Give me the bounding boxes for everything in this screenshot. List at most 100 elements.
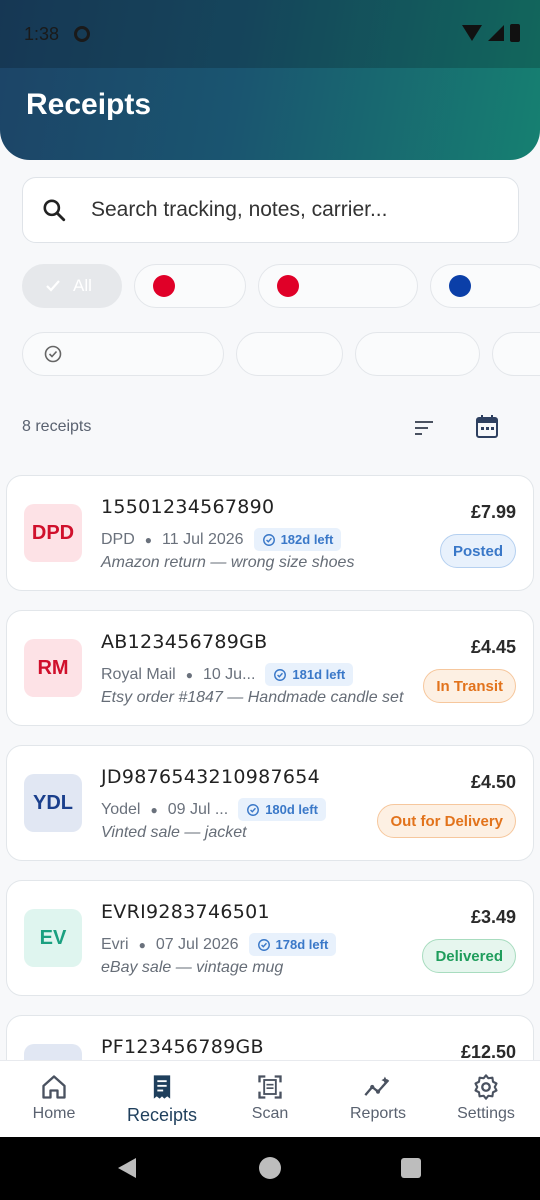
receipt-meta: Royal Mail ● 10 Ju... 181d left: [101, 663, 354, 686]
nav-reports[interactable]: Reports: [324, 1061, 432, 1138]
carrier-logo: RM: [24, 639, 82, 697]
status-badge: In Transit: [423, 669, 516, 703]
system-nav-bar: [0, 1137, 540, 1200]
tracking-number: EVRI9283746501: [101, 901, 270, 923]
verified-icon: [274, 668, 287, 681]
calendar-icon[interactable]: [475, 414, 499, 440]
nav-label: Home: [32, 1105, 76, 1122]
days-left-badge: 180d left: [238, 798, 326, 821]
nav-scan[interactable]: Scan: [216, 1061, 324, 1138]
nav-label: Reports: [349, 1105, 407, 1122]
sync-icon: [74, 26, 90, 42]
receipt-date: 11 Jul 2026: [162, 530, 244, 548]
receipt-meta: Yodel ● 09 Jul ... 180d left: [101, 798, 326, 821]
signal-icon: [488, 25, 504, 41]
recents-icon[interactable]: [401, 1158, 421, 1178]
filter-chip-carrier[interactable]: [258, 264, 418, 308]
nav-label: Scan: [251, 1105, 289, 1122]
carrier-logo: YDL: [24, 774, 82, 832]
filter-chip-all[interactable]: All: [22, 264, 122, 308]
receipt-price: £7.99: [470, 502, 516, 522]
days-left-label: 181d left: [292, 667, 346, 682]
search-input[interactable]: Search tracking, notes, carrier...: [22, 177, 519, 243]
search-placeholder: Search tracking, notes, carrier...: [91, 198, 388, 221]
bottom-nav: Home Receipts Scan Reports Settings: [0, 1060, 540, 1137]
receipt-card[interactable]: EV EVRI9283746501 Evri ● 07 Jul 2026 178…: [6, 880, 534, 996]
separator-dot: ●: [138, 937, 146, 952]
status-bar: 1:38: [0, 0, 540, 68]
receipt-note: Vinted sale — jacket: [101, 824, 247, 841]
verified-icon: [262, 533, 275, 546]
receipt-icon: [153, 1075, 171, 1099]
status-badge: Posted: [439, 534, 516, 568]
back-icon[interactable]: [118, 1158, 136, 1178]
verified-icon: [44, 345, 62, 363]
status-icons: [462, 24, 520, 42]
carrier-color-dot: [277, 275, 299, 297]
nav-home[interactable]: Home: [0, 1061, 108, 1138]
receipt-note: Amazon return — wrong size shoes: [101, 554, 355, 571]
screen: 1:38 Receipts Search tracking, notes, ca…: [0, 0, 540, 1200]
receipt-price: £4.50: [470, 772, 516, 792]
tracking-number: PF123456789GB: [101, 1036, 264, 1058]
receipt-card[interactable]: RM AB123456789GB Royal Mail ● 10 Ju... 1…: [6, 610, 534, 726]
carrier-name: DPD: [101, 530, 135, 548]
days-left-label: 180d left: [265, 802, 318, 817]
carrier-logo: DPD: [24, 504, 82, 562]
receipt-price: £4.45: [470, 637, 516, 657]
search-icon: [43, 199, 66, 222]
tracking-number: 15501234567890: [101, 496, 275, 518]
carrier-logo: EV: [24, 909, 82, 967]
nav-label: Receipts: [126, 1105, 198, 1125]
filter-chip-carrier[interactable]: [430, 264, 540, 308]
carrier-name: Royal Mail: [101, 665, 176, 683]
receipt-meta: DPD ● 11 Jul 2026 182d left: [101, 528, 342, 551]
nav-receipts[interactable]: Receipts: [108, 1061, 216, 1138]
receipt-card[interactable]: YDL JD9876543210987654 Yodel ● 09 Jul ..…: [6, 745, 534, 861]
filter-chip-status[interactable]: [22, 332, 224, 376]
status-time: 1:38: [24, 24, 60, 44]
wifi-icon: [462, 25, 482, 41]
receipt-card[interactable]: DPD 15501234567890 DPD ● 11 Jul 2026 182…: [6, 475, 534, 591]
separator-dot: ●: [144, 532, 153, 547]
receipt-date: 10 Ju...: [202, 665, 256, 683]
separator-dot: ●: [150, 802, 158, 817]
gear-icon: [474, 1074, 498, 1100]
filter-chip-label: All: [73, 276, 92, 295]
check-icon: [46, 280, 60, 292]
home-icon: [42, 1075, 66, 1099]
carrier-color-dot: [449, 275, 471, 297]
carrier-name: Evri: [101, 935, 129, 953]
nav-settings[interactable]: Settings: [432, 1061, 540, 1138]
days-left-label: 178d left: [275, 937, 329, 952]
verified-icon: [247, 803, 260, 816]
tracking-number: JD9876543210987654: [101, 766, 321, 788]
days-left-label: 182d left: [280, 532, 334, 547]
carrier-name: Yodel: [101, 800, 141, 818]
days-left-badge: 182d left: [253, 528, 342, 551]
sort-icon[interactable]: [412, 416, 436, 440]
scan-icon: [258, 1075, 282, 1099]
status-badge: Delivered: [422, 939, 516, 973]
filter-chip-status[interactable]: [492, 332, 540, 376]
verified-icon: [257, 938, 270, 951]
receipt-date: 09 Jul ...: [167, 800, 229, 818]
receipt-count: 8 receipts: [22, 418, 92, 435]
nav-label: Settings: [457, 1105, 515, 1122]
filter-chip-status[interactable]: [355, 332, 480, 376]
reports-icon: [364, 1076, 390, 1096]
home-button-icon[interactable]: [259, 1157, 281, 1179]
receipt-note: eBay sale — vintage mug: [101, 959, 284, 976]
filter-chip-carrier[interactable]: [134, 264, 246, 308]
receipt-note: Etsy order #1847 — Handmade candle set: [101, 689, 404, 706]
receipt-date: 07 Jul 2026: [155, 935, 239, 953]
receipt-meta: Evri ● 07 Jul 2026 178d left: [101, 933, 337, 956]
filter-chip-status[interactable]: [236, 332, 343, 376]
tracking-number: AB123456789GB: [101, 631, 268, 653]
days-left-badge: 181d left: [265, 663, 354, 686]
receipt-price: £3.49: [470, 907, 516, 927]
days-left-badge: 178d left: [248, 933, 337, 956]
carrier-color-dot: [153, 275, 175, 297]
separator-dot: ●: [185, 667, 193, 682]
battery-icon: [510, 24, 520, 42]
